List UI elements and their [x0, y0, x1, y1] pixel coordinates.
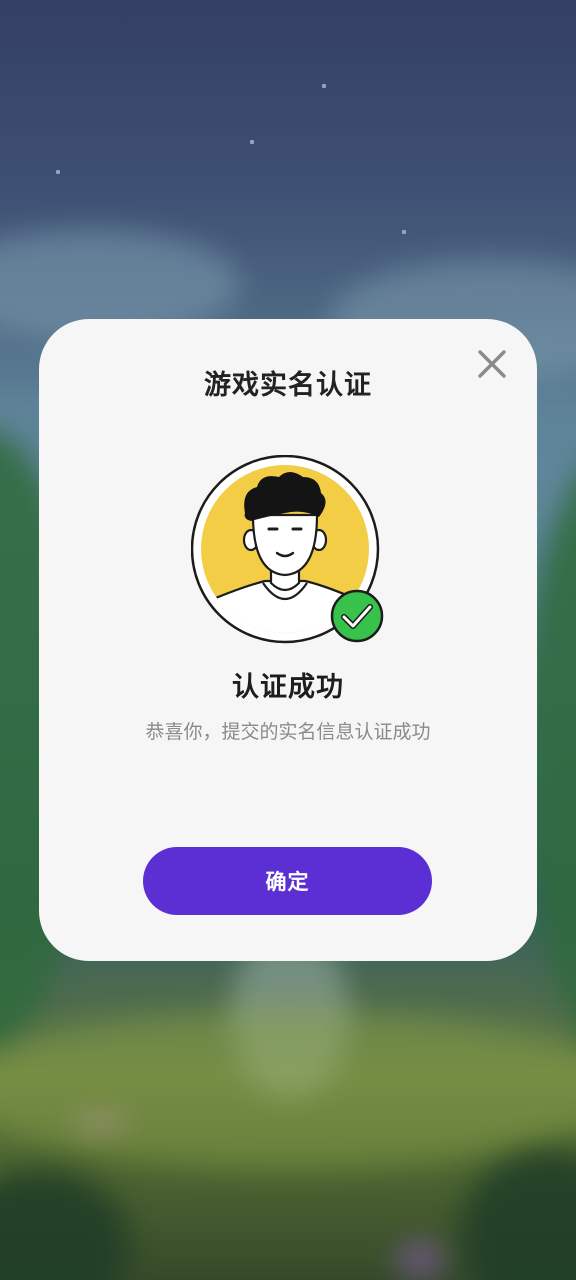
check-circle-icon: [330, 589, 384, 643]
close-icon: [478, 350, 506, 378]
dialog-title: 游戏实名认证: [204, 370, 372, 401]
background-bush: [460, 1150, 576, 1280]
background-bush: [0, 1170, 130, 1280]
background-flower: [395, 1240, 445, 1280]
background-star: [402, 230, 406, 234]
background-star: [250, 140, 254, 144]
close-button[interactable]: [471, 343, 513, 385]
confirm-button[interactable]: 确定: [143, 847, 432, 915]
background-grass: [0, 1010, 576, 1170]
background-flower: [70, 1112, 130, 1132]
background-star: [322, 84, 326, 88]
success-description: 恭喜你，提交的实名信息认证成功: [145, 721, 431, 743]
background-star: [56, 170, 60, 174]
success-title: 认证成功: [232, 672, 344, 703]
avatar: [191, 455, 387, 651]
verification-dialog: 游戏实名认证 认证成功 恭喜你，提交的实名信息认证成功 确定: [39, 319, 537, 961]
